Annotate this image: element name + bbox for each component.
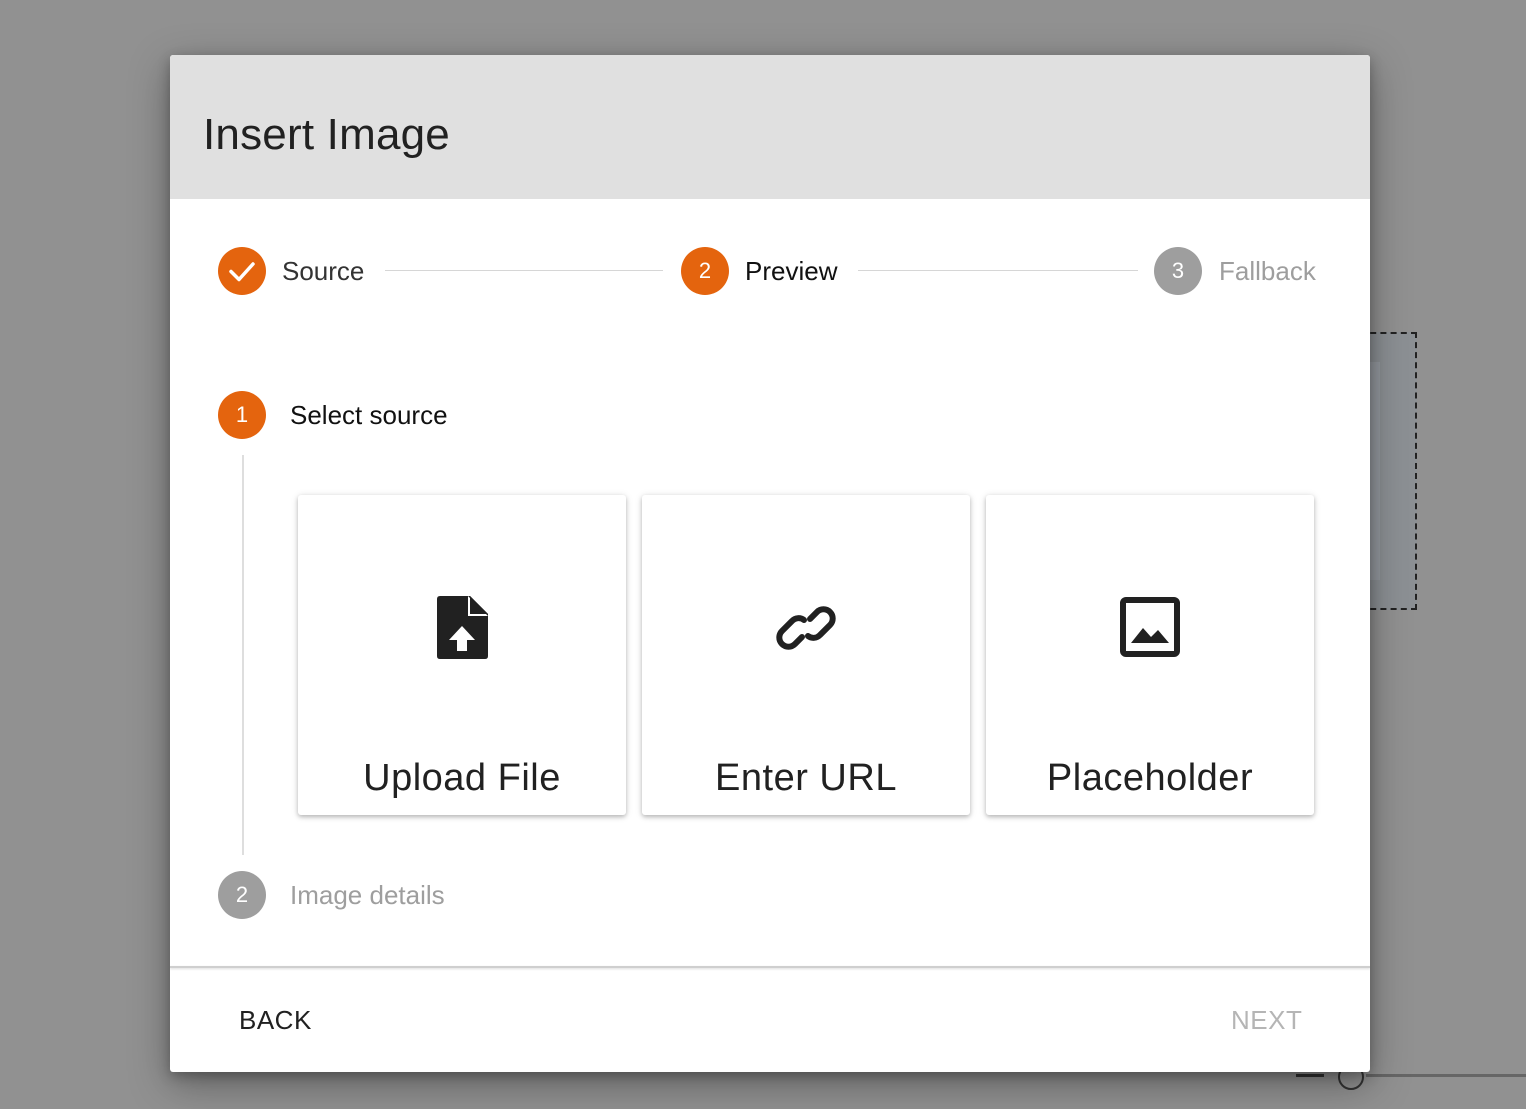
enter-url-card[interactable]: Enter URL	[642, 495, 970, 815]
step-preview-indicator[interactable]: 2	[681, 247, 729, 295]
upload-file-icon	[437, 596, 488, 659]
background-zoom-minus	[1296, 1074, 1324, 1077]
check-icon	[229, 262, 255, 282]
vertical-step-connector	[242, 455, 244, 855]
image-icon	[1120, 597, 1180, 657]
upload-file-card[interactable]: Upload File	[298, 495, 626, 815]
image-details-step-label[interactable]: Image details	[290, 879, 445, 911]
step-preview-label[interactable]: Preview	[745, 255, 837, 287]
next-button[interactable]: NEXT	[1231, 1004, 1302, 1036]
link-icon	[776, 606, 836, 650]
footer-divider	[170, 966, 1370, 968]
back-button[interactable]: BACK	[239, 1004, 312, 1036]
placeholder-label: Placeholder	[1046, 757, 1254, 799]
step-fallback-indicator[interactable]: 3	[1154, 247, 1202, 295]
select-source-step-label[interactable]: Select source	[290, 399, 448, 431]
dialog-header: Insert Image	[170, 55, 1370, 199]
upload-file-label: Upload File	[363, 757, 561, 799]
background-zoom-track	[1366, 1074, 1526, 1077]
step-fallback-label[interactable]: Fallback	[1219, 255, 1316, 287]
step-source-indicator[interactable]	[218, 247, 266, 295]
placeholder-card[interactable]: Placeholder	[986, 495, 1314, 815]
insert-image-dialog: Insert Image Source 2 Preview 3 Fallback…	[170, 55, 1370, 1072]
step-connector	[858, 270, 1138, 271]
step-source-label[interactable]: Source	[282, 255, 364, 287]
enter-url-label: Enter URL	[715, 757, 897, 799]
select-source-step-indicator[interactable]: 1	[218, 391, 266, 439]
image-details-step-indicator[interactable]: 2	[218, 871, 266, 919]
dialog-title: Insert Image	[203, 110, 450, 159]
step-connector	[385, 270, 663, 271]
